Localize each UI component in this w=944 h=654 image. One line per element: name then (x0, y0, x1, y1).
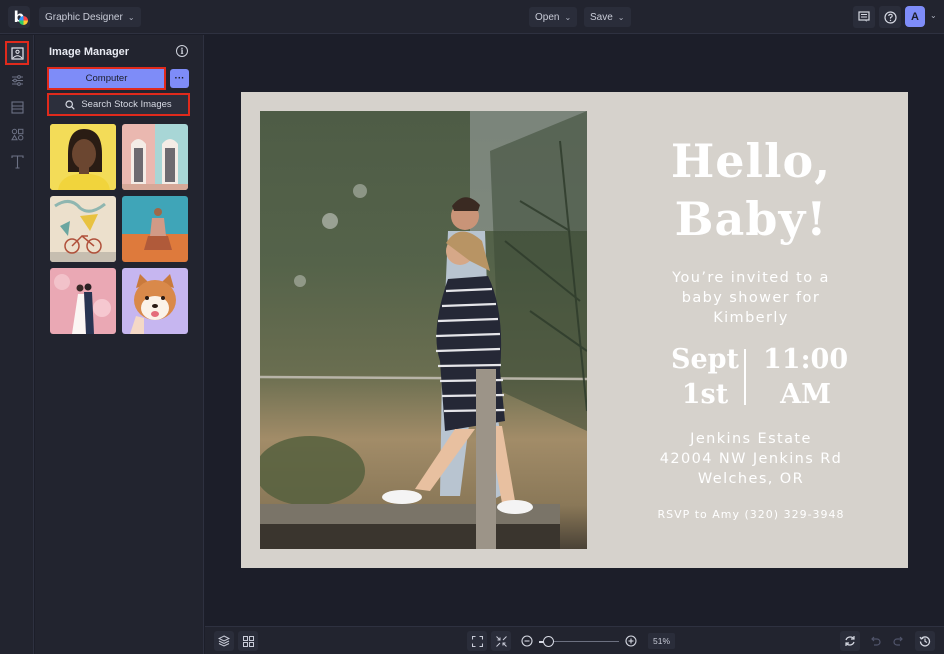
tool-rail (0, 35, 34, 654)
venue-name: Jenkins Estate (690, 431, 812, 447)
upload-from-computer-button[interactable]: Computer (47, 67, 166, 90)
layout-icon (10, 100, 24, 114)
app-window: b Graphic Designer ⌄ Open ⌄ Save ⌄ A ⌄ (0, 0, 944, 654)
save-label: Save (590, 11, 613, 23)
fit-to-screen-button[interactable] (467, 631, 487, 651)
zoom-percentage[interactable]: 51% (648, 633, 676, 649)
open-menu-button[interactable]: Open ⌄ (529, 7, 578, 27)
invite-line-1: You’re invited to a (672, 270, 830, 286)
thumbnail-image (122, 124, 188, 190)
thumbnail-pastel-doors[interactable] (122, 124, 188, 190)
chevron-down-icon: ⌄ (127, 12, 135, 22)
zoom-slider-track[interactable] (545, 641, 619, 642)
rsvp-text[interactable]: RSVP to Amy (320) 329-3948 (621, 508, 881, 521)
undo-button[interactable] (865, 631, 885, 651)
design-canvas-area: Hello, Baby! You’re invited to a baby sh… (205, 35, 944, 625)
history-button[interactable] (915, 631, 935, 651)
thumbnail-woman-portrait[interactable] (50, 124, 116, 190)
top-bar: b Graphic Designer ⌄ Open ⌄ Save ⌄ A ⌄ (0, 0, 944, 34)
thumbnail-image (50, 124, 116, 190)
rail-item-layout[interactable] (5, 95, 29, 119)
layers-button[interactable] (214, 631, 234, 651)
user-avatar[interactable]: A (905, 6, 925, 27)
invite-line-2: baby shower for (681, 290, 821, 306)
zoom-out-button[interactable] (517, 631, 537, 651)
invite-text[interactable]: You’re invited to a baby shower for Kimb… (621, 268, 881, 328)
layers-icon (218, 635, 230, 647)
headline-line-1: Hello, (670, 134, 832, 188)
thumbnail-image (122, 196, 188, 262)
more-options-button[interactable]: ··· (170, 69, 189, 88)
actual-size-button[interactable] (491, 631, 511, 651)
search-label: Search Stock Images (81, 99, 172, 110)
zoom-in-icon (625, 635, 637, 647)
street-address: 42004 NW Jenkins Rd (659, 451, 843, 467)
bottom-toolbar: 51% (205, 626, 944, 654)
headline[interactable]: Hello, Baby! (621, 132, 881, 248)
date-line-2: 1st (681, 379, 729, 410)
grid-view-button[interactable] (238, 631, 258, 651)
zoom-out-icon (521, 635, 533, 647)
rail-item-text[interactable] (5, 150, 29, 174)
chevron-down-icon: ⌄ (564, 12, 572, 22)
thumbnail-image (50, 268, 116, 334)
rail-item-graphics[interactable] (5, 122, 29, 146)
panel-title: Image Manager (49, 46, 130, 58)
thumbnail-wedding-blossoms[interactable] (50, 268, 116, 334)
comment-icon (858, 11, 870, 22)
workspace-dropdown[interactable]: Graphic Designer ⌄ (39, 7, 141, 27)
text-icon (10, 155, 24, 169)
image-icon (10, 46, 24, 60)
grid-icon (242, 635, 254, 647)
sliders-icon (11, 74, 23, 86)
thumbnail-man-on-sand[interactable] (122, 196, 188, 262)
redo-icon (893, 636, 903, 646)
headline-line-2: Baby! (674, 192, 828, 246)
chevron-down-icon: ⌄ (617, 12, 625, 22)
info-icon[interactable]: i (176, 45, 188, 57)
refresh-icon (845, 636, 855, 646)
image-thumbnail-grid (50, 124, 189, 334)
zoom-in-button[interactable] (621, 631, 641, 651)
expand-icon (471, 635, 483, 647)
rail-item-image-manager[interactable] (5, 41, 29, 65)
app-logo[interactable]: b (8, 6, 30, 28)
search-stock-images-button[interactable]: Search Stock Images (47, 93, 190, 116)
event-date[interactable]: Sept 1st (671, 342, 739, 412)
event-time[interactable]: 11:00 AM (763, 342, 848, 412)
history-icon (919, 636, 931, 647)
time-line-1: 11:00 (763, 344, 849, 375)
save-menu-button[interactable]: Save ⌄ (584, 7, 631, 27)
workspace-label: Graphic Designer (45, 11, 123, 23)
invite-line-3: Kimberly (713, 310, 789, 326)
help-button[interactable] (879, 6, 901, 28)
thumbnail-shiba-dog[interactable] (122, 268, 188, 334)
zoom-slider-handle[interactable] (543, 636, 554, 647)
reset-button[interactable] (840, 631, 860, 651)
undo-icon (871, 636, 881, 646)
comments-button[interactable] (853, 6, 875, 28)
time-line-2: AM (780, 379, 831, 410)
logo-color-dot (19, 16, 28, 25)
invitation-design[interactable]: Hello, Baby! You’re invited to a baby sh… (241, 92, 908, 568)
thumbnail-bicycle-mural[interactable] (50, 196, 116, 262)
search-icon (65, 99, 76, 110)
date-line-1: Sept (670, 344, 739, 375)
event-address[interactable]: Jenkins Estate 42004 NW Jenkins Rd Welch… (621, 429, 881, 489)
couple-photo[interactable] (260, 111, 587, 549)
rail-item-adjustments[interactable] (5, 68, 29, 92)
shapes-icon (10, 128, 23, 140)
thumbnail-image (50, 196, 116, 262)
help-icon (883, 10, 897, 24)
city-state: Welches, OR (697, 471, 805, 487)
date-time-divider (744, 349, 746, 405)
thumbnail-image (122, 268, 188, 334)
collapse-icon (495, 635, 507, 647)
couple-walking-image (260, 111, 587, 549)
redo-button[interactable] (889, 631, 909, 651)
open-label: Open (535, 11, 560, 23)
chevron-down-icon[interactable]: ⌄ (930, 11, 937, 20)
date-time-block: Sept 1st 11:00 AM (621, 342, 881, 410)
image-manager-panel: Image Manager i Computer ··· Search Stoc… (35, 35, 204, 654)
